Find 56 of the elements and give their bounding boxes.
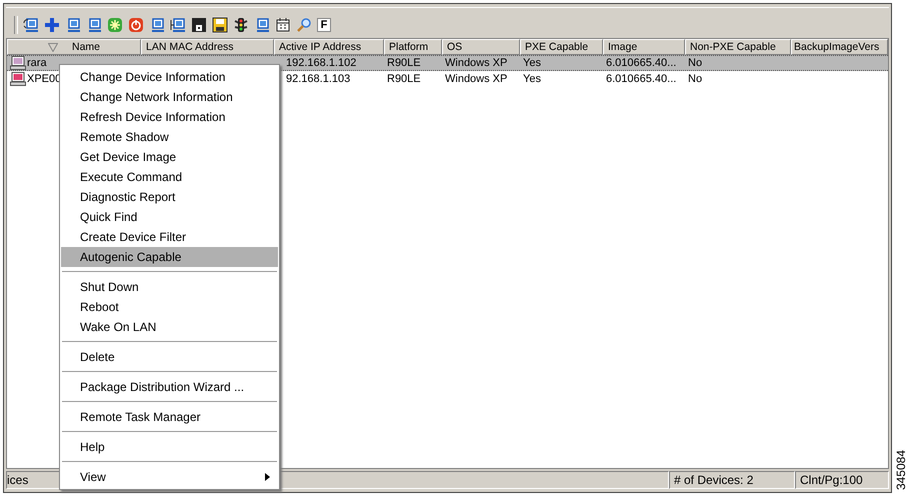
table-cell: R90LE [387,73,421,85]
plus-icon[interactable] [44,17,60,33]
menu-item[interactable]: Change Network Information [61,87,278,107]
menu-item[interactable]: Remote Shadow [61,127,278,147]
menu-item[interactable]: Change Device Information [61,67,278,87]
menu-item[interactable]: Package Distribution Wizard ... [61,377,278,397]
menu-item[interactable]: Delete [61,347,278,367]
menu-item[interactable]: Remote Task Manager [61,407,278,427]
column-header[interactable]: Non-PXE Capable [685,39,791,55]
text-button[interactable]: F [317,18,331,32]
table-cell: 6.010665.40... [606,73,676,85]
table-cell: No [688,73,702,85]
traffic-light-icon[interactable] [233,17,249,33]
figure-number: 345084 [894,450,908,490]
column-header[interactable]: Platform [384,39,442,55]
menu-item[interactable]: Execute Command [61,167,278,187]
column-header[interactable]: PXE Capable [520,39,603,55]
column-header[interactable]: Name [7,39,141,55]
table-cell: Yes [523,73,541,85]
calendar-icon[interactable] [275,17,291,33]
table-cell: 6.010665.40... [606,57,676,69]
power-icon[interactable] [128,17,144,33]
column-header[interactable]: Active IP Address [274,39,384,55]
computer-icon[interactable] [86,17,102,33]
table-cell: No [688,57,702,69]
menu-item[interactable]: Shut Down [61,277,278,297]
refresh-computer-icon[interactable] [23,17,39,33]
search-icon[interactable] [296,17,312,33]
menu-item[interactable]: Create Device Filter [61,227,278,247]
column-header[interactable]: BackupImageVers [791,39,888,55]
menu-item[interactable]: Reboot [61,297,278,317]
floppy-icon[interactable] [212,17,228,33]
table-cell: Windows XP [445,73,508,85]
column-header[interactable]: LAN MAC Address [141,39,274,55]
computer-icon[interactable] [254,17,270,33]
computer-icon[interactable] [149,17,165,33]
device-count: # of Devices: 2 [669,471,795,489]
column-header[interactable]: Image [603,39,685,55]
menu-item[interactable]: Diagnostic Report [61,187,278,207]
network-computer-icon[interactable] [170,17,186,33]
table-cell: R90LE [387,57,421,69]
client-page: Clnt/Pg:100 [795,471,889,489]
table-cell: Yes [523,57,541,69]
menu-item[interactable]: Quick Find [61,207,278,227]
table-cell: 92.168.1.103 [286,73,350,85]
menu-item[interactable]: Get Device Image [61,147,278,167]
table-cell: 192.168.1.102 [286,57,356,69]
star-icon[interactable] [107,17,123,33]
menu-item[interactable]: Wake On LAN [61,317,278,337]
column-header[interactable]: OS [442,39,520,55]
menu-item[interactable]: Help [61,437,278,457]
table-cell: rara [27,57,47,69]
computer-icon[interactable] [65,17,81,33]
table-cell: Windows XP [445,57,508,69]
menu-item[interactable]: Autogenic Capable [61,247,278,267]
menu-item[interactable]: Refresh Device Information [61,107,278,127]
